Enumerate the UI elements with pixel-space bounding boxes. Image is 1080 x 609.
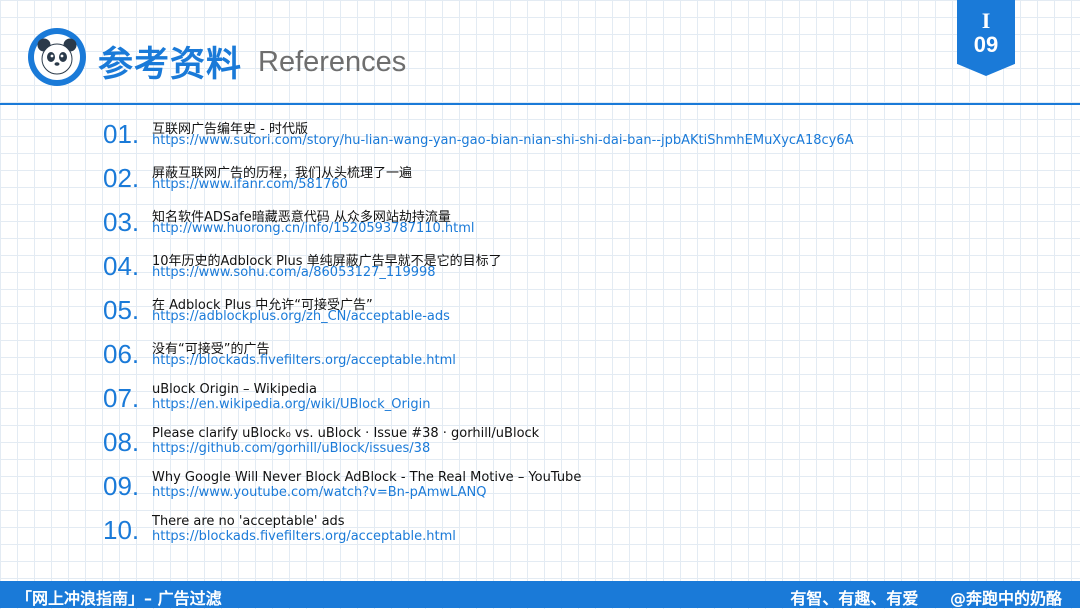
reference-number: 04.	[103, 251, 140, 281]
page-title: 参考资料	[98, 45, 243, 85]
page-number: 09	[973, 32, 999, 57]
footer-bar: 「网上冲浪指南」– 广告过滤 有智、有趣、有爱 @奔跑中的奶酪	[0, 581, 1080, 608]
reference-title: Please clarify uBlock₀ vs. uBlock · Issu…	[152, 426, 540, 441]
reference-link[interactable]: https://blockads.fivefilters.org/accepta…	[152, 529, 456, 544]
header-divider	[0, 103, 1080, 105]
reference-link[interactable]: https://github.com/gorhill/uBlock/issues…	[152, 441, 430, 456]
reference-number: 01.	[103, 119, 140, 149]
reference-link[interactable]: https://blockads.fivefilters.org/accepta…	[152, 353, 456, 368]
reference-number: 02.	[103, 163, 140, 193]
reference-link[interactable]: http://www.huorong.cn/info/1520593787110…	[152, 221, 475, 236]
section-numeral: I	[981, 8, 991, 33]
reference-link[interactable]: https://www.youtube.com/watch?v=Bn-pAmwL…	[152, 485, 486, 500]
reference-link[interactable]: https://www.sutori.com/story/hu-lian-wan…	[152, 133, 854, 148]
reference-number: 06.	[103, 339, 140, 369]
footer-tagline: 有智、有趣、有爱	[790, 589, 919, 608]
reference-link[interactable]: https://adblockplus.org/zh_CN/acceptable…	[152, 309, 450, 324]
page-badge: I 09	[957, 0, 1015, 76]
reference-number: 08.	[103, 427, 140, 457]
footer-tagline-group: 有智、有趣、有爱 @奔跑中的奶酪	[790, 585, 1062, 609]
page-subtitle: References	[258, 46, 407, 78]
reference-title: uBlock Origin – Wikipedia	[152, 382, 317, 397]
reference-number: 07.	[103, 383, 140, 413]
reference-number: 09.	[103, 471, 140, 501]
reference-number: 10.	[103, 515, 140, 545]
reference-title: There are no 'acceptable' ads	[152, 514, 345, 529]
footer-author: @奔跑中的奶酪	[949, 589, 1062, 608]
reference-link[interactable]: https://www.sohu.com/a/86053127_119998	[152, 265, 436, 280]
reference-link[interactable]: https://www.ifanr.com/581760	[152, 177, 348, 192]
footer-series-title: 「网上冲浪指南」– 广告过滤	[16, 589, 222, 608]
reference-number: 03.	[103, 207, 140, 237]
panda-logo-icon	[28, 28, 86, 86]
reference-title: Why Google Will Never Block AdBlock - Th…	[152, 470, 582, 485]
reference-link[interactable]: https://en.wikipedia.org/wiki/UBlock_Ori…	[152, 397, 431, 412]
reference-number: 05.	[103, 295, 140, 325]
